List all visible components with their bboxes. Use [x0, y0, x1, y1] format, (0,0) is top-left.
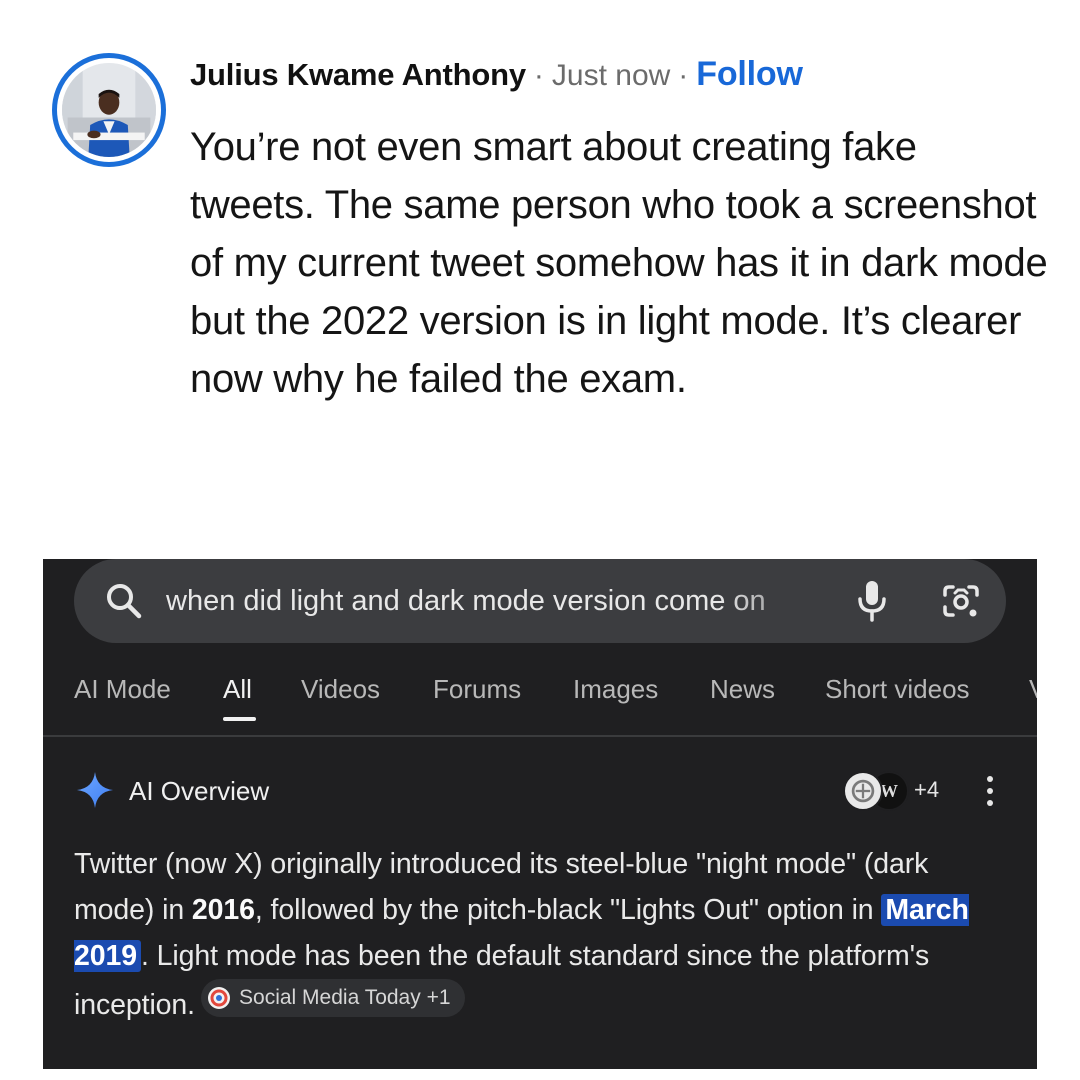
ai-text-bold-year: 2016	[191, 894, 255, 926]
source-favicon-icon	[843, 771, 883, 811]
tab-news[interactable]: News	[710, 667, 775, 711]
ai-text-part: , followed by the pitch-black "Lights Ou…	[254, 894, 882, 926]
tab-forums[interactable]: Forums	[433, 667, 521, 711]
tab-more-clipped[interactable]: V	[1029, 667, 1037, 711]
ai-text-part: . Light mode has been the default standa…	[74, 940, 930, 1021]
meta-separator: ·	[678, 59, 689, 92]
tab-short-videos[interactable]: Short videos	[825, 667, 970, 711]
kebab-menu-icon[interactable]	[983, 773, 997, 809]
comment-body: You’re not even smart about creating fak…	[190, 125, 1048, 401]
comment-card: Julius Kwame Anthony · Just now · Follow…	[0, 0, 1080, 540]
ai-overview-title: AI Overview	[129, 776, 270, 806]
search-input[interactable]: when did light and dark mode version com…	[166, 559, 826, 643]
source-favicon-icon	[208, 987, 231, 1009]
source-chip[interactable]: Social Media Today +1	[201, 979, 465, 1017]
author-name[interactable]: Julius Kwame Anthony	[190, 57, 526, 93]
google-lens-icon[interactable]	[941, 581, 981, 621]
sparkle-icon	[76, 771, 114, 809]
comment-meta: Julius Kwame Anthony · Just now · Follow	[190, 55, 803, 99]
tab-videos[interactable]: Videos	[301, 667, 380, 711]
tab-ai-mode[interactable]: AI Mode	[74, 667, 171, 711]
active-tab-indicator	[223, 717, 256, 721]
tab-all[interactable]: All	[223, 667, 252, 711]
source-favicons[interactable]: W	[843, 771, 917, 811]
avatar[interactable]	[52, 53, 166, 167]
more-sources-count[interactable]: +4	[914, 775, 939, 805]
follow-button[interactable]: Follow	[696, 55, 803, 94]
tab-images[interactable]: Images	[573, 667, 658, 711]
search-bar[interactable]: when did light and dark mode version com…	[74, 559, 1006, 643]
search-icon	[107, 584, 142, 619]
ai-overview-text: Twitter (now X) originally introduced it…	[74, 841, 1014, 1028]
ai-overview-header: AI Overview W +4	[43, 767, 1037, 817]
mic-icon[interactable]	[855, 579, 889, 623]
search-screenshot: when did light and dark mode version com…	[43, 559, 1037, 1069]
timestamp: Just now	[551, 59, 671, 92]
search-tabs: AI Mode All Videos Forums Images News Sh…	[43, 667, 1037, 729]
tabs-divider	[43, 735, 1037, 737]
meta-separator: ·	[533, 59, 544, 92]
source-chip-label: Social Media Today +1	[239, 986, 451, 1009]
avatar-photo	[62, 63, 156, 157]
